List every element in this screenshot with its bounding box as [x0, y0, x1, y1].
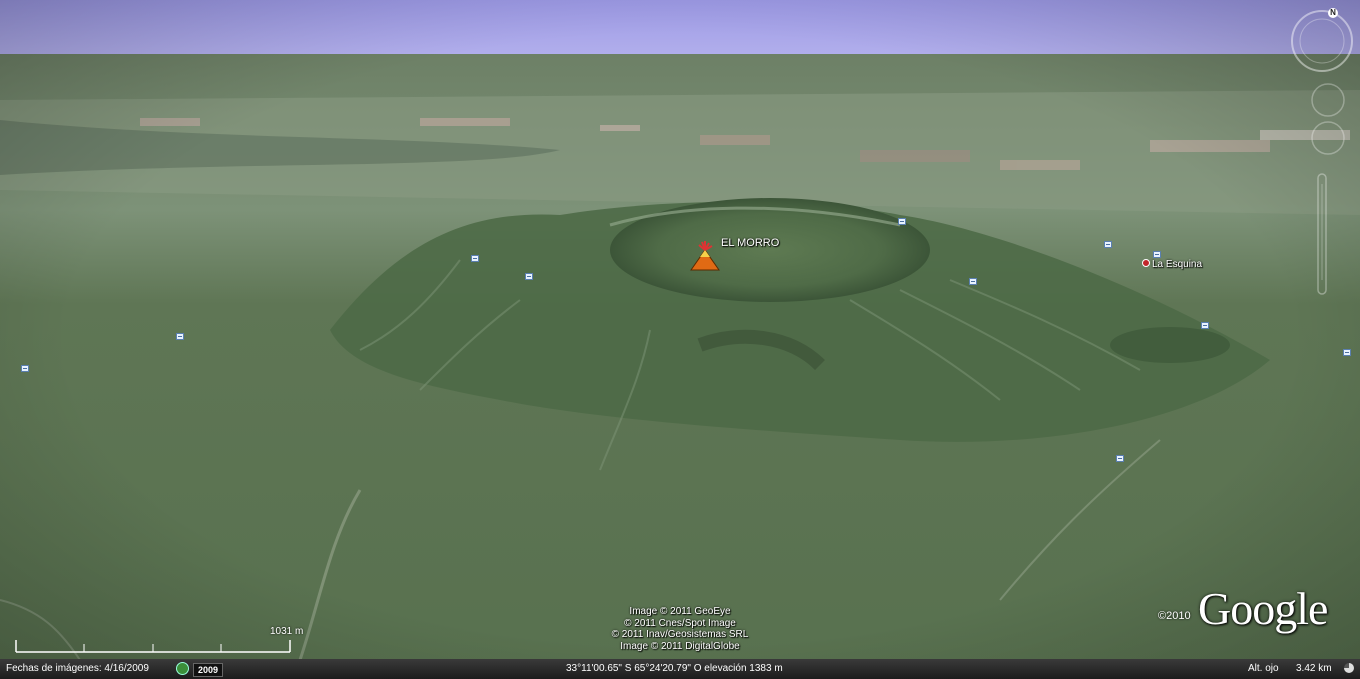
- scale-label: 1031 m: [270, 626, 304, 637]
- imagery-date: Fechas de imágenes: 4/16/2009: [6, 663, 149, 674]
- compass-ring-icon[interactable]: [1288, 7, 1356, 75]
- info-marker-icon[interactable]: [1116, 455, 1124, 462]
- info-marker-icon[interactable]: [1104, 241, 1112, 248]
- google-logo: Google: [1198, 583, 1328, 634]
- streaming-indicator-icon: [1344, 663, 1354, 673]
- history-clock-icon[interactable]: [176, 662, 189, 675]
- status-bar: Fechas de imágenes: 4/16/2009 2009 33°11…: [0, 659, 1360, 679]
- eye-altitude-value: 3.42 km: [1296, 663, 1332, 674]
- info-marker-icon[interactable]: [176, 333, 184, 340]
- info-marker-icon[interactable]: [21, 365, 29, 372]
- info-marker-icon[interactable]: [898, 218, 906, 225]
- info-marker-icon[interactable]: [1201, 322, 1209, 329]
- credit-line: Image © 2011 GeoEye: [629, 606, 731, 617]
- town-dot-icon[interactable]: [1142, 259, 1150, 267]
- cursor-coordinates: 33°11'00.65" S 65°24'20.79" O elevación …: [566, 663, 783, 674]
- info-marker-icon[interactable]: [969, 278, 977, 285]
- look-joystick-icon[interactable]: [1300, 80, 1356, 160]
- info-marker-icon[interactable]: [471, 255, 479, 262]
- credit-line: © 2011 Inav/Geosistemas SRL: [611, 629, 749, 640]
- volcano-label[interactable]: EL MORRO: [721, 237, 779, 249]
- north-indicator[interactable]: N: [1328, 8, 1338, 18]
- town-label[interactable]: La Esquina: [1152, 259, 1202, 270]
- imagery-credits: Image © 2011 GeoEye © 2011 Cnes/Spot Ima…: [560, 606, 800, 652]
- terrain-imagery: [0, 0, 1360, 679]
- history-year-badge[interactable]: 2009: [193, 663, 224, 677]
- credit-line: © 2011 Cnes/Spot Image: [624, 617, 736, 629]
- map-viewport[interactable]: EL MORRO La Esquina N 1031 m Image © 201…: [0, 0, 1360, 679]
- zoom-slider[interactable]: [1312, 170, 1332, 298]
- credit-line: Image © 2011 DigitalGlobe: [620, 640, 740, 652]
- volcano-icon[interactable]: [688, 240, 722, 272]
- info-marker-icon[interactable]: [1343, 349, 1351, 356]
- copyright-year: ©2010: [1158, 610, 1191, 622]
- eye-altitude-label: Alt. ojo: [1248, 663, 1279, 674]
- info-marker-icon[interactable]: [1153, 251, 1161, 258]
- scale-bar: [15, 640, 291, 653]
- info-marker-icon[interactable]: [525, 273, 533, 280]
